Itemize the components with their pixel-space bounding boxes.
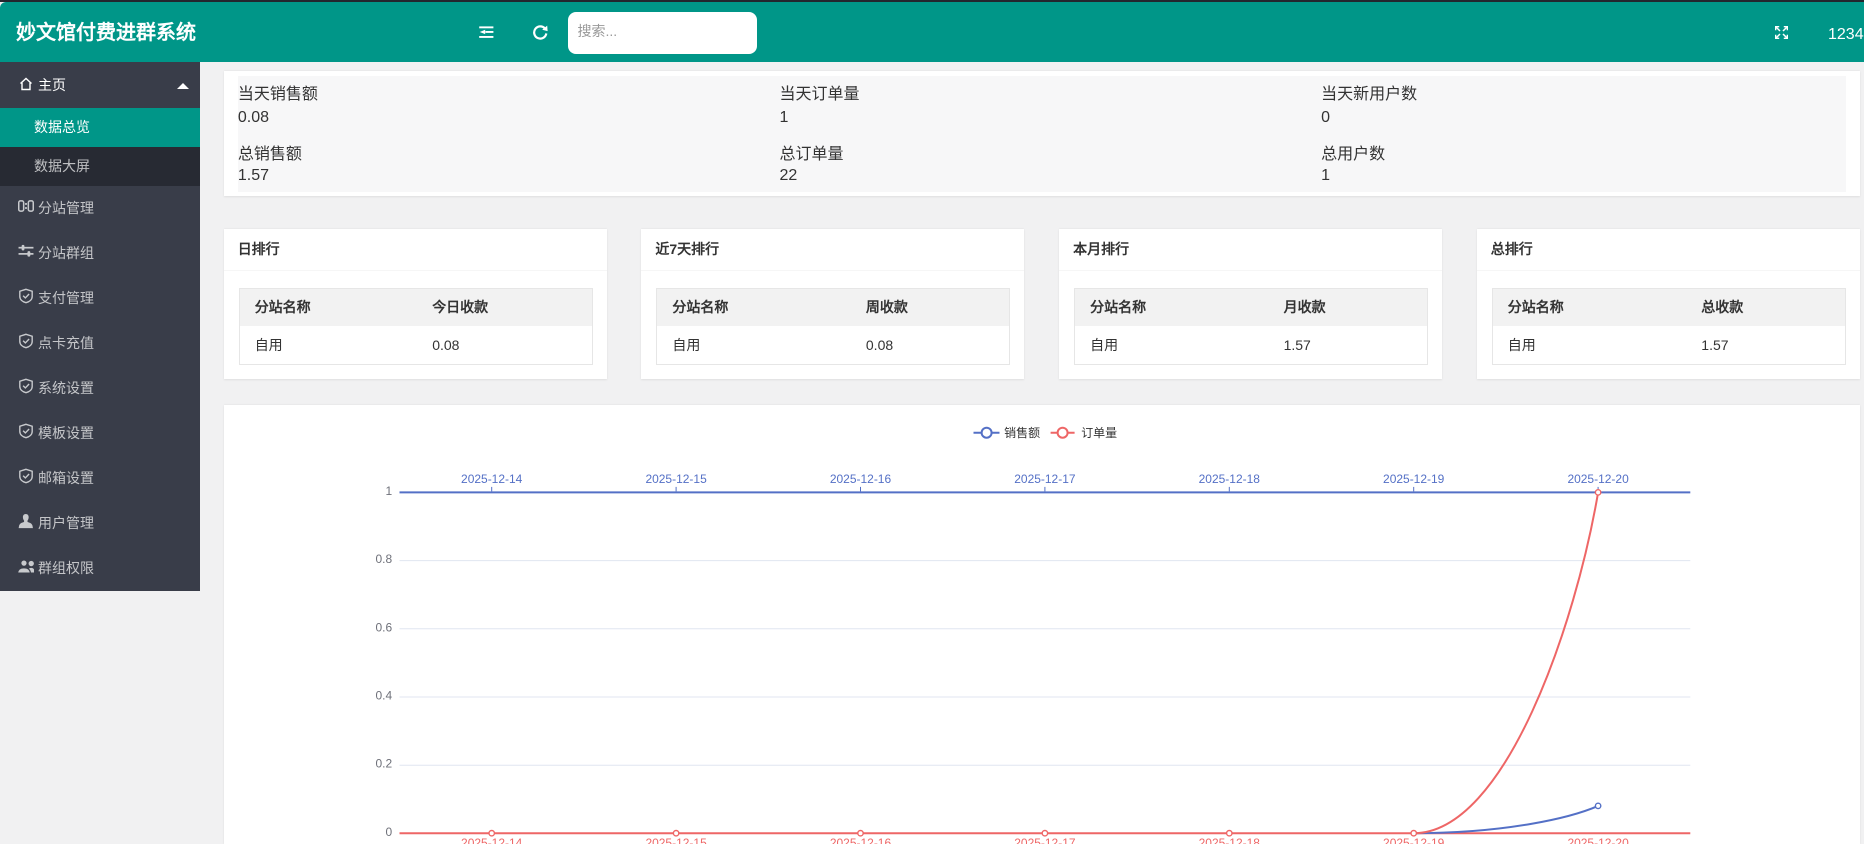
svg-text:1: 1: [385, 484, 392, 498]
svg-text:2025-12-15: 2025-12-15: [645, 836, 707, 844]
svg-text:2025-12-19: 2025-12-19: [1383, 836, 1445, 844]
svg-text:订单量: 订单量: [1081, 426, 1117, 440]
svg-text:2025-12-19: 2025-12-19: [1383, 472, 1445, 486]
svg-text:2025-12-16: 2025-12-16: [830, 472, 892, 486]
svg-text:2025-12-18: 2025-12-18: [1198, 836, 1260, 844]
svg-text:2025-12-14: 2025-12-14: [461, 472, 523, 486]
svg-text:2025-12-20: 2025-12-20: [1567, 472, 1629, 486]
svg-text:2025-12-18: 2025-12-18: [1198, 472, 1260, 486]
svg-text:0.2: 0.2: [375, 757, 392, 771]
svg-text:2025-12-20: 2025-12-20: [1567, 836, 1629, 844]
svg-text:0.6: 0.6: [375, 620, 392, 634]
svg-text:0.4: 0.4: [375, 688, 392, 702]
svg-text:2025-12-17: 2025-12-17: [1014, 836, 1076, 844]
svg-text:销售额: 销售额: [1004, 425, 1040, 440]
svg-text:0.8: 0.8: [375, 552, 392, 566]
svg-text:0: 0: [385, 825, 392, 839]
svg-text:2025-12-17: 2025-12-17: [1014, 472, 1076, 486]
svg-text:2025-12-16: 2025-12-16: [830, 836, 892, 844]
svg-text:2025-12-14: 2025-12-14: [461, 836, 523, 844]
svg-text:2025-12-15: 2025-12-15: [645, 472, 707, 486]
